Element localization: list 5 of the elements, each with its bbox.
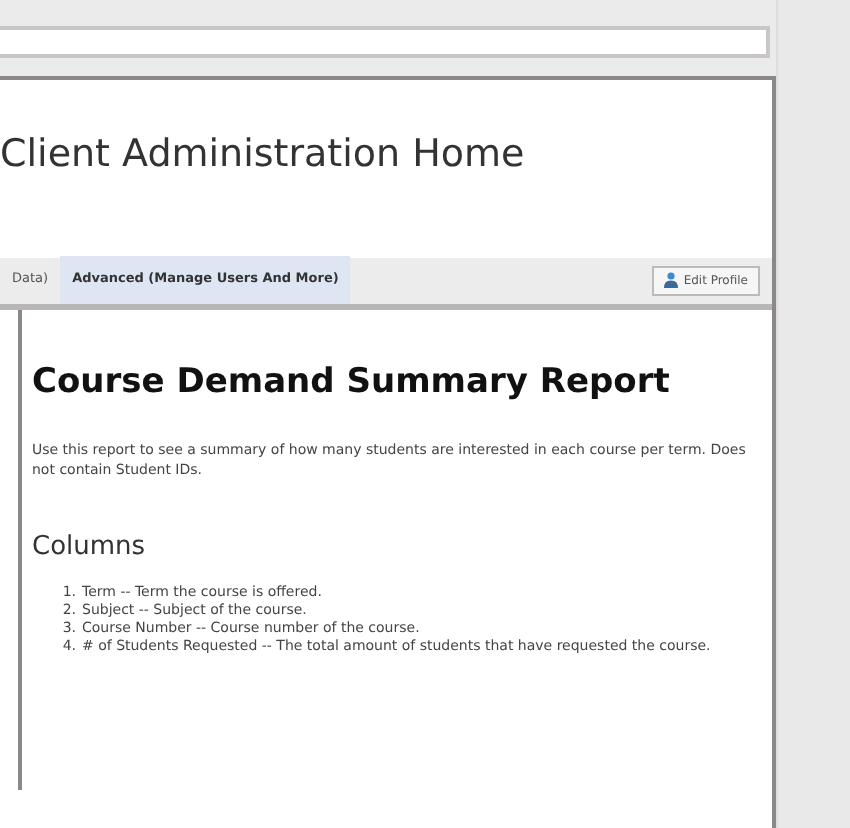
report-title: Course Demand Summary Report [32,361,672,403]
address-field[interactable] [0,26,770,58]
user-icon [663,272,678,289]
page-title: Client Administration Home [0,132,527,178]
columns-heading: Columns [32,532,148,564]
